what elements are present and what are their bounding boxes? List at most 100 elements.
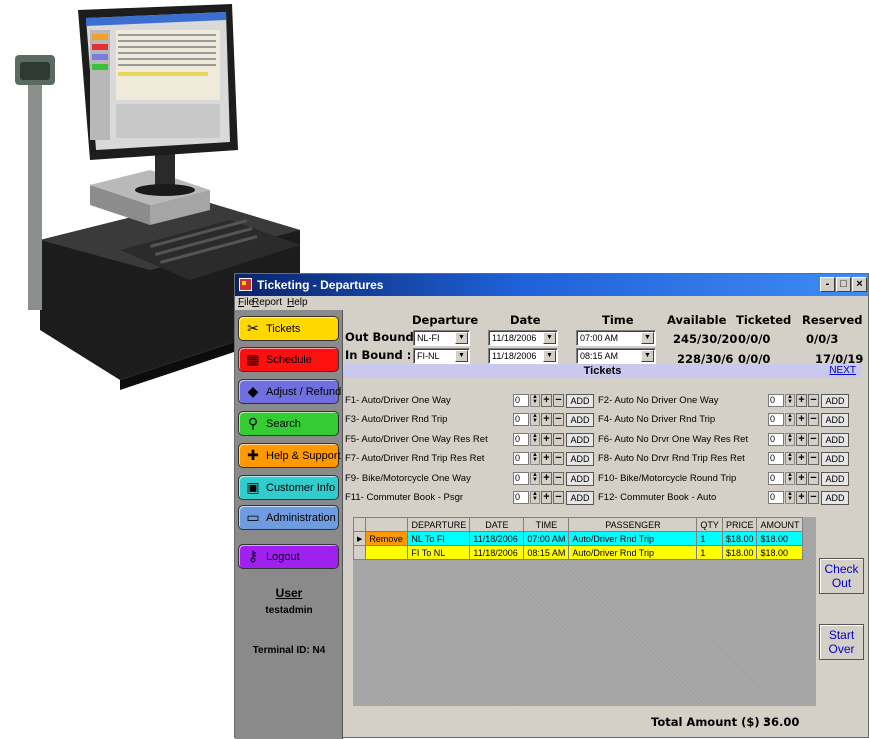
remove-button[interactable]: Remove [365,531,409,546]
add-button[interactable]: ADD [821,394,849,408]
sidebar-item-adjust-refund[interactable]: ◆ Adjust / Refund [238,379,341,404]
minus-button[interactable]: − [808,433,819,446]
header-reserved: Reserved [802,313,863,327]
plus-button[interactable]: + [796,491,807,504]
quantity-spinner[interactable]: ▲ ▼ [530,413,540,426]
quantity-input[interactable]: 0 [768,491,784,504]
quantity-spinner[interactable]: ▲ ▼ [785,394,795,407]
minus-button[interactable]: − [808,394,819,407]
table-row[interactable]: FI To NL 11/18/2006 08:15 AM Auto/Driver… [352,545,804,560]
total-label: Total Amount ($) : [651,715,769,729]
plus-button[interactable]: + [541,472,552,485]
quantity-input[interactable]: 0 [768,413,784,426]
inbound-date-select[interactable]: 11/18/2006 ▼ [488,348,558,364]
next-link[interactable]: NEXT [829,365,856,376]
title-bar[interactable]: Ticketing - Departures - □ × [235,274,868,296]
ticket-type-label: F10- Bike/Motorcycle Round Trip [598,473,737,484]
minimize-button[interactable]: - [820,277,835,292]
column-header[interactable]: DATE [469,517,525,532]
plus-button[interactable]: + [541,394,552,407]
cart-grid[interactable]: DEPARTURE DATE TIME PASSENGER QTY PRICE … [352,517,816,706]
close-button[interactable]: × [852,277,867,292]
quantity-spinner[interactable]: ▲ ▼ [530,394,540,407]
inbound-time-select[interactable]: 08:15 AM ▼ [576,348,656,364]
table-row[interactable]: ▶ Remove NL To FI 11/18/2006 07:00 AM Au… [352,531,804,546]
minus-button[interactable]: − [553,394,564,407]
check-out-button[interactable]: Check Out [819,558,864,594]
quantity-input[interactable]: 0 [768,452,784,465]
plus-button[interactable]: + [541,413,552,426]
add-button[interactable]: ADD [566,394,594,408]
quantity-input[interactable]: 0 [513,452,529,465]
quantity-input[interactable]: 0 [513,491,529,504]
outbound-time-select[interactable]: 07:00 AM ▼ [576,330,656,346]
quantity-input[interactable]: 0 [768,433,784,446]
quantity-spinner[interactable]: ▲ ▼ [530,491,540,504]
quantity-spinner[interactable]: ▲ ▼ [530,472,540,485]
minus-button[interactable]: − [808,413,819,426]
column-header[interactable]: PASSENGER [568,517,698,532]
add-button[interactable]: ADD [566,491,594,505]
plus-button[interactable]: + [796,433,807,446]
quantity-spinner[interactable]: ▲ ▼ [785,491,795,504]
menu-report[interactable]: Report [252,297,282,308]
maximize-button[interactable]: □ [836,277,851,292]
add-button[interactable]: ADD [821,491,849,505]
quantity-input[interactable]: 0 [513,472,529,485]
quantity-input[interactable]: 0 [513,433,529,446]
plus-button[interactable]: + [796,452,807,465]
column-header[interactable]: TIME [523,517,570,532]
minus-button[interactable]: − [553,491,564,504]
inbound-departure-select[interactable]: FI-NL ▼ [413,348,470,364]
column-header[interactable]: PRICE [721,517,758,532]
quantity-spinner[interactable]: ▲ ▼ [785,452,795,465]
sidebar-item-customer-info[interactable]: ▣ Customer Info [238,475,339,500]
minus-button[interactable]: − [808,452,819,465]
add-button[interactable]: ADD [821,472,849,486]
column-header[interactable]: AMOUNT [756,517,804,532]
plus-button[interactable]: + [541,491,552,504]
column-header[interactable]: DEPARTURE [407,517,471,532]
minus-button[interactable]: − [553,413,564,426]
sidebar-item-search[interactable]: ⚲ Search [238,411,339,436]
plus-button[interactable]: + [796,472,807,485]
main-panel: Departure Date Time Available Ticketed R… [343,310,869,739]
menu-help[interactable]: Help [287,297,308,308]
quantity-spinner[interactable]: ▲ ▼ [785,433,795,446]
outbound-date-select[interactable]: 11/18/2006 ▼ [488,330,558,346]
add-button[interactable]: ADD [566,452,594,466]
quantity-spinner[interactable]: ▲ ▼ [785,413,795,426]
quantity-input[interactable]: 0 [513,394,529,407]
plus-button[interactable]: + [541,433,552,446]
quantity-spinner[interactable]: ▲ ▼ [530,452,540,465]
minus-button[interactable]: − [553,452,564,465]
sidebar-item-administration[interactable]: ▭ Administration [238,505,339,530]
start-over-button[interactable]: Start Over [819,624,864,660]
sidebar-item-tickets[interactable]: ✂ Tickets [238,316,339,341]
minus-button[interactable]: − [808,491,819,504]
plus-button[interactable]: + [796,394,807,407]
add-button[interactable]: ADD [566,413,594,427]
plus-button[interactable]: + [796,413,807,426]
quantity-spinner[interactable]: ▲ ▼ [785,472,795,485]
minus-button[interactable]: − [808,472,819,485]
add-button[interactable]: ADD [821,452,849,466]
plus-button[interactable]: + [541,452,552,465]
sidebar: ✂ Tickets ▦ Schedule ◆ Adjust / Refund ⚲… [235,310,343,739]
minus-button[interactable]: − [553,433,564,446]
header-time: Time [602,313,634,327]
add-button[interactable]: ADD [821,433,849,447]
outbound-departure-select[interactable]: NL-FI ▼ [413,330,470,346]
quantity-input[interactable]: 0 [513,413,529,426]
add-button[interactable]: ADD [566,433,594,447]
add-button[interactable]: ADD [821,413,849,427]
quantity-spinner[interactable]: ▲ ▼ [530,433,540,446]
column-header[interactable]: QTY [696,517,723,532]
sidebar-item-schedule[interactable]: ▦ Schedule [238,347,339,372]
minus-button[interactable]: − [553,472,564,485]
quantity-input[interactable]: 0 [768,394,784,407]
sidebar-item-help-support[interactable]: ✚ Help & Support [238,443,341,468]
add-button[interactable]: ADD [566,472,594,486]
sidebar-item-logout[interactable]: ⚷ Logout [238,544,339,569]
quantity-input[interactable]: 0 [768,472,784,485]
